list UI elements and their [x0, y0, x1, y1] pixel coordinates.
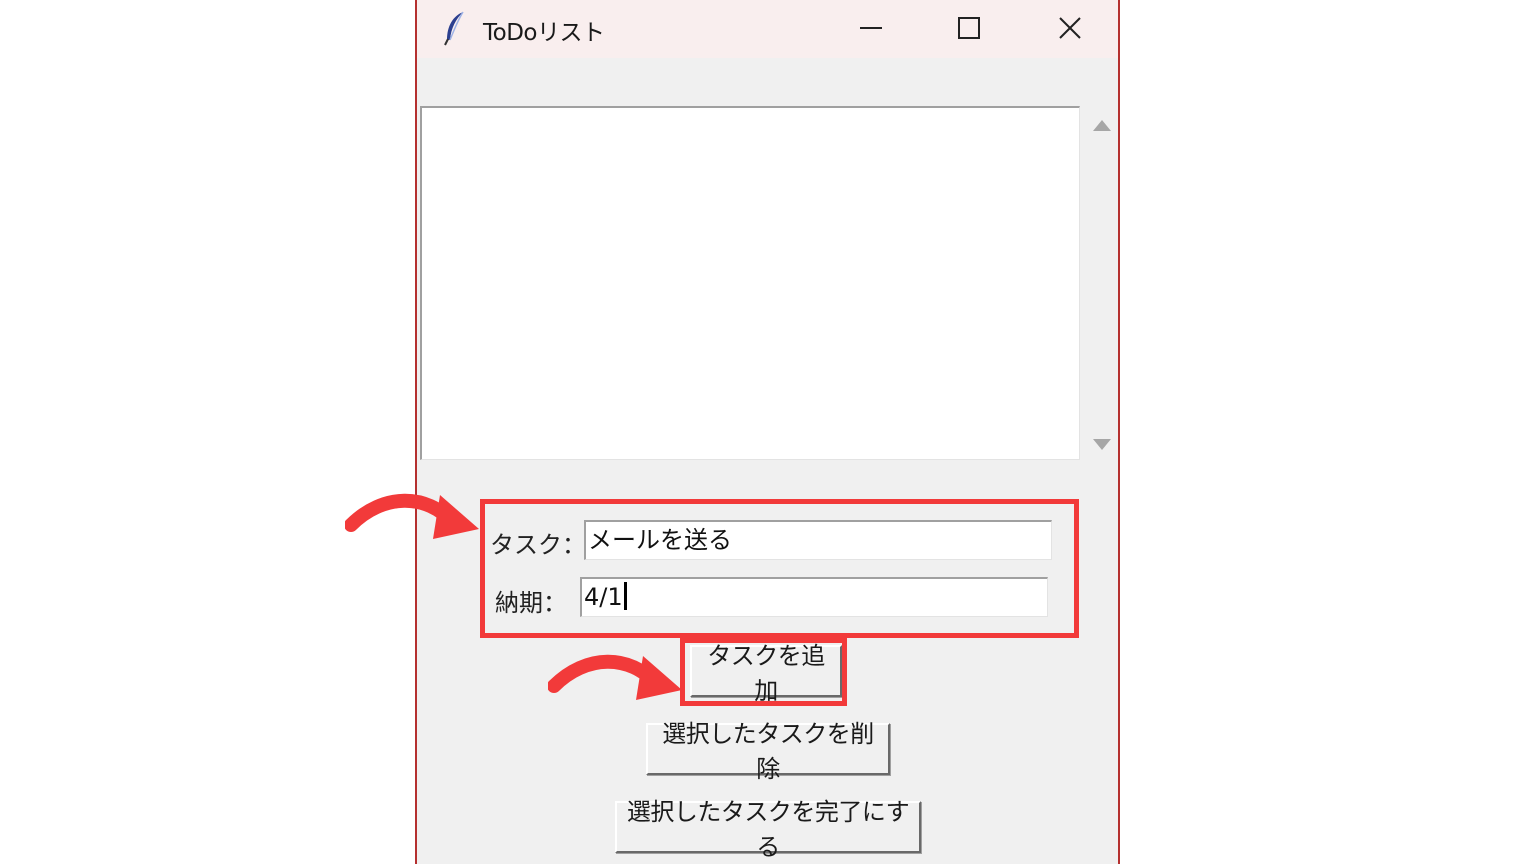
scroll-up-button[interactable] [1085, 110, 1118, 140]
maximize-button[interactable] [941, 0, 997, 56]
task-listbox[interactable] [420, 106, 1080, 460]
minimize-button[interactable] [843, 0, 899, 56]
feather-icon [444, 11, 464, 46]
listbox-scrollbar[interactable] [1085, 106, 1118, 462]
close-icon [1059, 17, 1081, 39]
triangle-down-icon [1092, 439, 1111, 450]
title-bar[interactable]: ToDoリスト [417, 0, 1118, 58]
add-button-highlight-box [680, 638, 847, 706]
curved-arrow-icon [548, 654, 682, 700]
minimize-icon [860, 27, 882, 29]
complete-selected-task-button[interactable]: 選択したタスクを完了にする [615, 798, 921, 861]
scroll-down-button[interactable] [1085, 430, 1118, 460]
window-title: ToDoリスト [483, 20, 605, 46]
close-button[interactable] [1042, 0, 1098, 56]
curved-arrow-icon [345, 493, 479, 539]
triangle-up-icon [1092, 120, 1111, 131]
maximize-icon [958, 17, 980, 39]
form-highlight-box [480, 499, 1079, 638]
todo-window: ToDoリスト タスク： メールを送る 納期： 4/1 タスクを追加 選択したタ… [415, 0, 1120, 864]
delete-selected-task-button[interactable]: 選択したタスクを削除 [646, 720, 890, 783]
